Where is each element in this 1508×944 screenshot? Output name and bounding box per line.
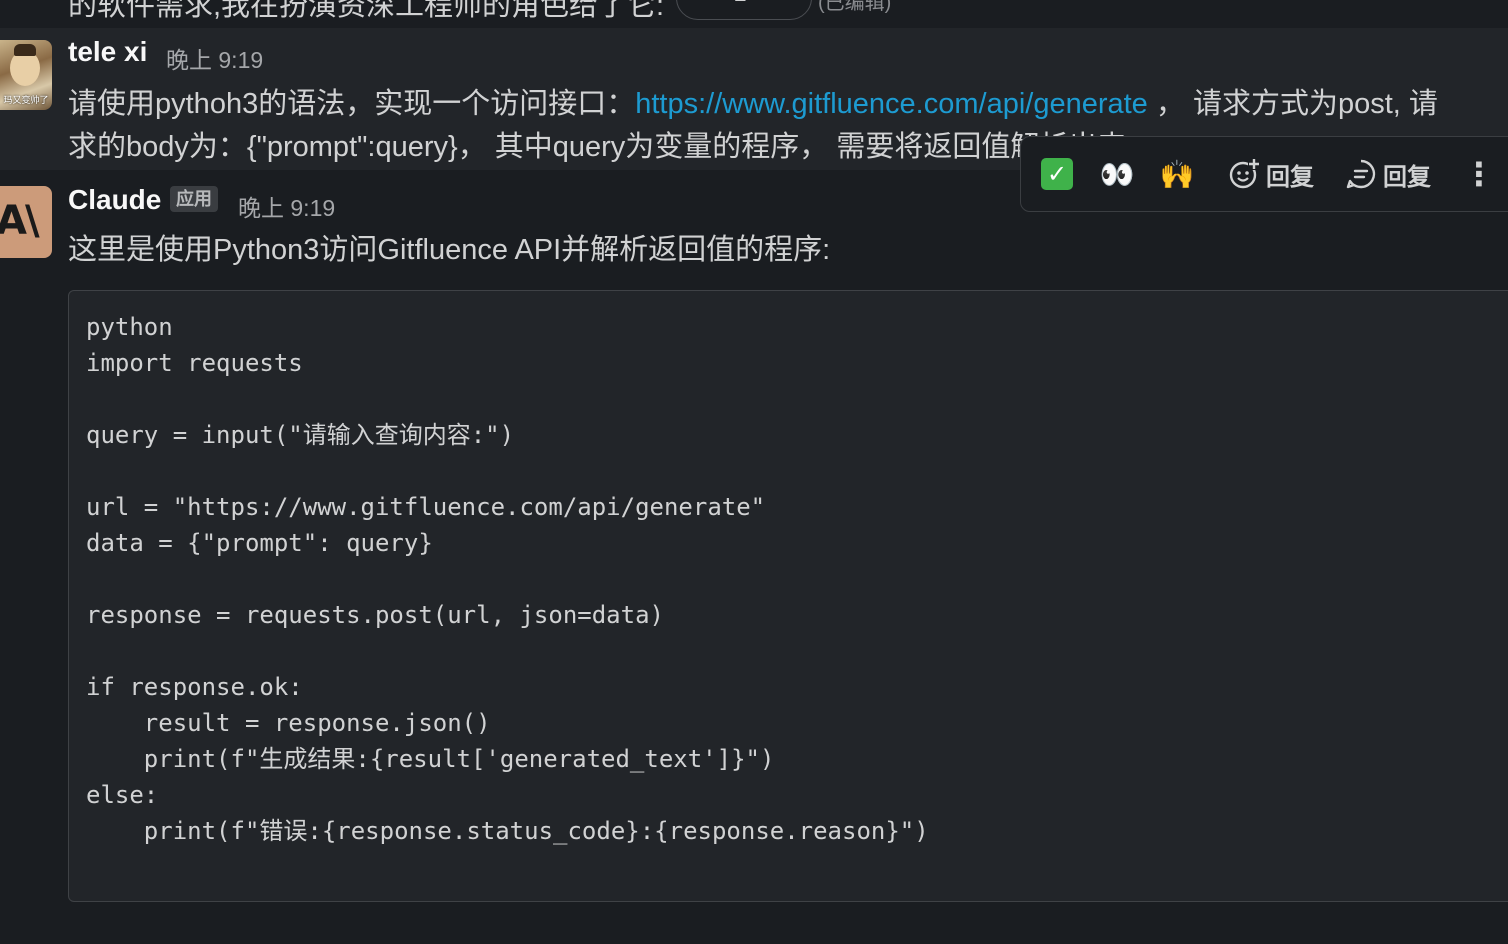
add-reaction-button[interactable]: 回复 [1221, 151, 1321, 197]
message-text-line-1: 请使用pythoh3的语法，实现一个访问接口：https://www.gitfl… [68, 80, 1438, 122]
more-vertical-icon: ⋮ [1463, 156, 1495, 192]
previous-message-text: 的软件需求,我在扮演资深工程师的角色给了它: [68, 0, 665, 20]
message-timestamp-claude[interactable]: 晚上 9:19 [238, 189, 335, 223]
checkmark-reaction-button[interactable]: ✓ [1039, 151, 1075, 197]
avatar-face [10, 44, 40, 86]
avatar[interactable]: 玛又变帅了 [0, 40, 52, 110]
claude-logo-icon: A\ [0, 198, 40, 244]
avatar-caption: 玛又变帅了 [3, 95, 49, 105]
reply-label: 回复 [1383, 163, 1431, 191]
edited-label: (已编辑) [818, 0, 892, 14]
reaction-pill-label: +1 [721, 0, 746, 7]
message-link[interactable]: https://www.gitfluence.com/api/generate [635, 88, 1148, 120]
check-icon: ✓ [1041, 158, 1073, 190]
message-actions-toolbar: ✓ 👀 🙌 回复 回复 ⋮ [1020, 136, 1508, 212]
code-block[interactable]: python import requests query = input("请输… [68, 290, 1508, 902]
author-name[interactable]: tele xi [68, 36, 147, 68]
app-badge: 应用 [170, 186, 218, 212]
raised-hands-icon: 🙌 [1159, 158, 1195, 190]
message-text-continued: ， 请求方式为post, 请 [1147, 88, 1438, 120]
message-text: 请使用pythoh3的语法，实现一个访问接口： [68, 88, 636, 120]
more-actions-button[interactable]: ⋮ [1461, 151, 1497, 197]
code-content: python import requests query = input("请输… [86, 313, 929, 845]
reply-in-thread-button[interactable]: 回复 [1343, 151, 1433, 197]
previous-message-fragment: 的软件需求,我在扮演资深工程师的角色给了它: +1 (已编辑) [0, 0, 1508, 20]
raised-hands-reaction-button[interactable]: 🙌 [1157, 151, 1197, 197]
thread-icon [1346, 159, 1376, 189]
message-text-line-2: 求的body为：{"prompt":query}， 其中query为变量的程序，… [68, 131, 1127, 163]
reaction-pill[interactable]: +1 [676, 0, 812, 20]
author-name-claude[interactable]: Claude [68, 184, 161, 216]
add-reaction-label: 回复 [1266, 163, 1314, 191]
message-timestamp[interactable]: 晚上 9:19 [166, 41, 263, 75]
eyes-reaction-button[interactable]: 👀 [1097, 151, 1137, 197]
claude-avatar[interactable]: A\ [0, 186, 52, 258]
eyes-icon: 👀 [1099, 158, 1135, 190]
add-reaction-icon [1229, 158, 1260, 189]
claude-intro-text: 这里是使用Python3访问Gitfluence API并解析返回值的程序: [68, 234, 831, 266]
